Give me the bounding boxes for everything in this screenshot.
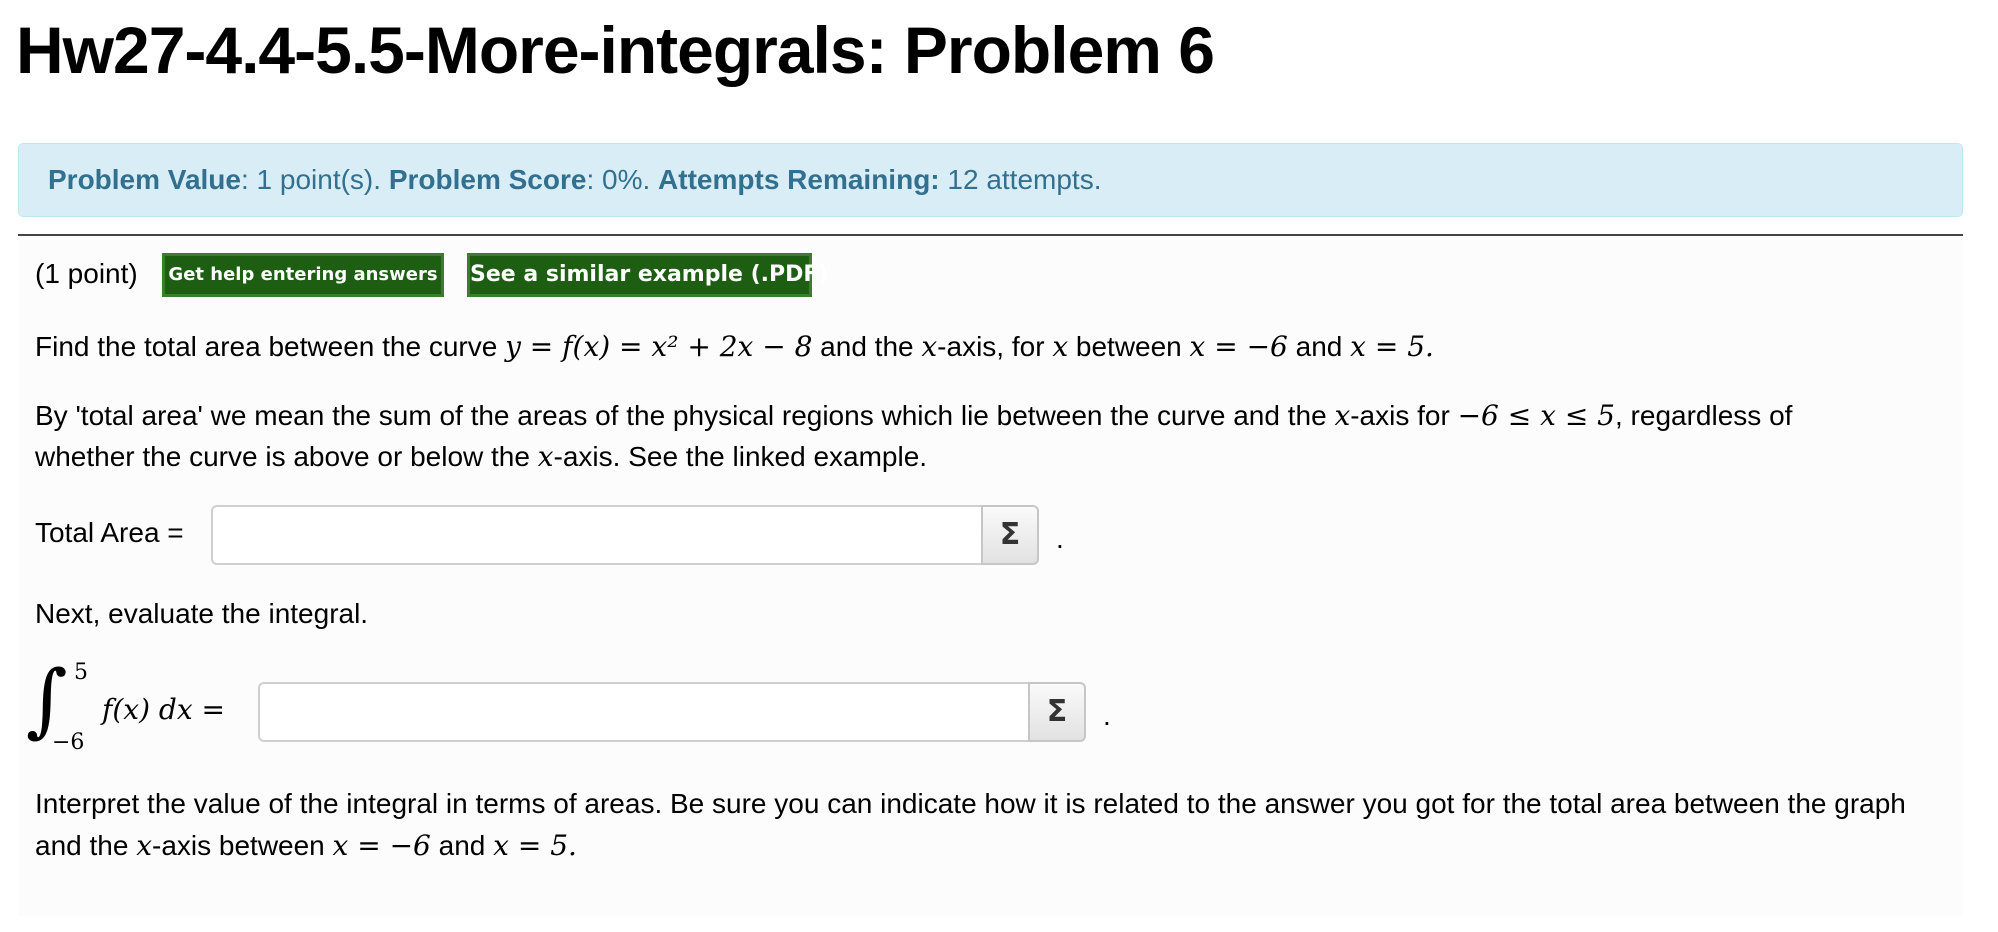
statement-text: and — [1287, 331, 1351, 362]
definition-text: whether the curve is above or below the — [35, 441, 538, 472]
problem-statement: Find the total area between the curve y … — [35, 330, 1434, 363]
statement-text: Find the total area between the curve — [35, 331, 506, 362]
definition-line-2: whether the curve is above or below the … — [35, 440, 927, 473]
integral-value-input[interactable] — [258, 682, 1030, 742]
equation-editor-button[interactable]: Σ — [981, 505, 1039, 565]
problem-points: (1 point) — [35, 258, 138, 289]
problem-value-label: Problem Value — [48, 164, 241, 195]
interpret-text: -axis between — [152, 830, 333, 861]
problem-value-text: : 1 point(s). — [240, 164, 389, 195]
upper-bound-equation: x = 5. — [1350, 330, 1434, 363]
math-variable: x — [537, 440, 554, 473]
total-area-input[interactable] — [211, 505, 983, 565]
statement-text: between — [1068, 331, 1190, 362]
equation-editor-button[interactable]: Σ — [1028, 682, 1086, 742]
problem-info-bar: Problem Value: 1 point(s). Problem Score… — [18, 143, 1963, 217]
definition-text: By 'total area' we mean the sum of the a… — [35, 400, 1335, 431]
statement-text: -axis, for — [937, 331, 1053, 362]
definition-line-1: By 'total area' we mean the sum of the a… — [35, 399, 1792, 432]
math-variable: x — [1334, 399, 1351, 432]
attempts-remaining-label: Attempts Remaining: — [658, 164, 940, 195]
math-variable: x — [136, 829, 152, 862]
integral-sign: ∫ — [26, 653, 68, 746]
total-area-label: Total Area = — [35, 517, 184, 548]
math-variable: x — [921, 330, 938, 363]
interval-inequality: −6 ≤ x ≤ 5 — [1457, 399, 1615, 432]
attempts-remaining-text: 12 attempts. — [939, 164, 1102, 195]
sigma-icon: Σ — [999, 517, 1021, 552]
definition-text: , regardless of — [1615, 400, 1793, 431]
statement-text: and the — [812, 331, 922, 362]
lower-bound-equation: x = −6 — [332, 829, 431, 862]
integral-lower-limit: −6 — [52, 730, 85, 755]
interpret-text: and — [430, 830, 494, 861]
function-formula: y = f(x) = x² + 2x − 8 — [505, 330, 813, 363]
integral-upper-limit: 5 — [74, 660, 88, 685]
page-title: Hw27-4.4-5.5-More-integrals: Problem 6 — [16, 13, 1215, 87]
upper-bound-equation: x = 5. — [493, 829, 577, 862]
period: . — [1056, 523, 1064, 554]
help-entering-answers-button[interactable]: Get help entering answers — [162, 253, 444, 297]
definition-text: -axis for — [1350, 400, 1458, 431]
integrand: f(x) dx = — [102, 693, 225, 726]
next-instruction: Next, evaluate the integral. — [35, 598, 369, 629]
interpret-line-2: and the x-axis between x = −6 and x = 5. — [35, 829, 577, 862]
interpret-text: and the — [35, 830, 137, 861]
period: . — [1103, 700, 1111, 731]
problem-score-text: : 0%. — [586, 164, 659, 195]
interpret-line-1: Interpret the value of the integral in t… — [35, 788, 1906, 819]
problem-score-label: Problem Score — [388, 164, 587, 195]
math-variable: x — [1052, 330, 1069, 363]
definition-text: -axis. See the linked example. — [553, 441, 928, 472]
similar-example-button[interactable]: See a similar example (.PDF) — [467, 253, 828, 297]
sigma-icon: Σ — [1046, 694, 1068, 729]
lower-bound-equation: x = −6 — [1189, 330, 1288, 363]
